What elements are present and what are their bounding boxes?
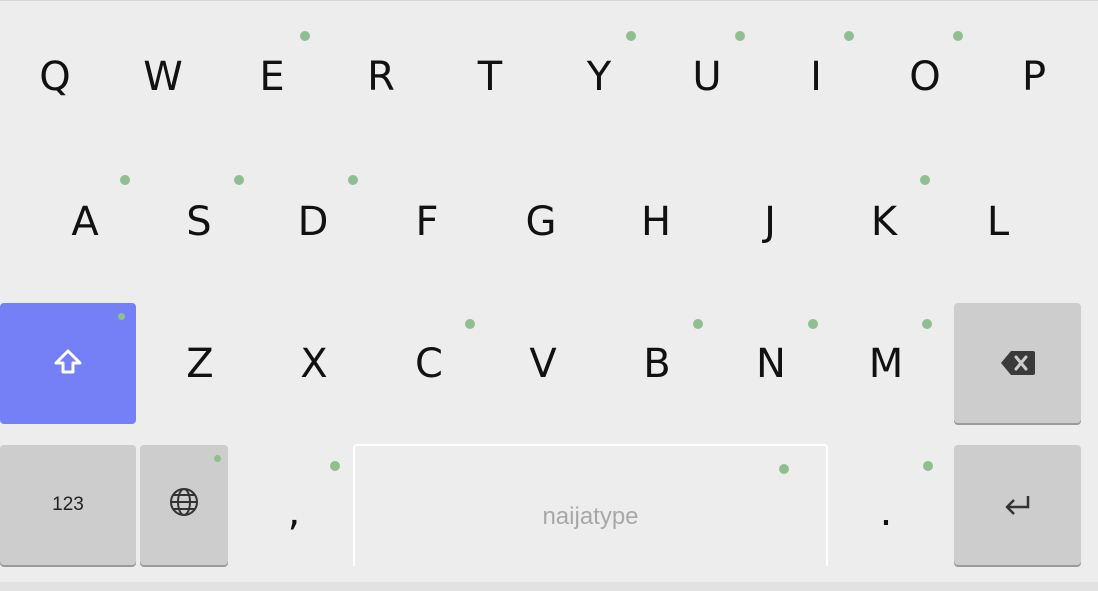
period-label: . xyxy=(879,489,893,535)
accent-dot xyxy=(234,175,244,185)
key-label: K xyxy=(870,199,898,245)
accent-dot xyxy=(844,31,854,41)
key-label: G xyxy=(525,199,557,245)
key-d[interactable]: D xyxy=(263,161,363,283)
enter-key[interactable] xyxy=(954,445,1081,565)
key-a[interactable]: A xyxy=(35,161,135,283)
key-v[interactable]: V xyxy=(493,303,593,425)
key-label: R xyxy=(367,54,395,100)
numbers-label: 123 xyxy=(52,494,84,515)
key-b[interactable]: B xyxy=(607,303,707,425)
key-label: H xyxy=(640,199,672,245)
key-p[interactable]: P xyxy=(984,16,1084,138)
key-label: W xyxy=(143,54,183,100)
accent-dot xyxy=(808,319,818,329)
key-r[interactable]: R xyxy=(331,16,431,138)
period-key[interactable]: . xyxy=(836,445,936,565)
comma-label: , xyxy=(287,489,301,535)
key-label: M xyxy=(868,341,904,387)
key-u[interactable]: U xyxy=(657,16,757,138)
key-label: B xyxy=(643,341,671,387)
key-label: U xyxy=(692,54,722,100)
numbers-key[interactable]: 123 xyxy=(0,445,136,565)
key-label: T xyxy=(477,54,503,100)
accent-dot xyxy=(214,455,221,462)
key-y[interactable]: Y xyxy=(549,16,649,138)
shift-arrow-icon xyxy=(53,341,83,387)
accent-dot xyxy=(920,175,930,185)
key-label: N xyxy=(756,341,786,387)
key-q[interactable]: Q xyxy=(5,16,105,138)
key-i[interactable]: I xyxy=(766,16,866,138)
key-m[interactable]: M xyxy=(836,303,936,425)
key-label: D xyxy=(297,199,329,245)
key-c[interactable]: C xyxy=(379,303,479,425)
key-k[interactable]: K xyxy=(834,161,934,283)
key-label: Z xyxy=(186,341,214,387)
key-label: L xyxy=(986,199,1010,245)
accent-dot xyxy=(922,319,932,329)
key-label: O xyxy=(909,54,941,100)
key-z[interactable]: Z xyxy=(150,303,250,425)
key-t[interactable]: T xyxy=(440,16,540,138)
space-label: naijatype xyxy=(542,503,639,530)
key-label: E xyxy=(259,54,285,100)
key-label: I xyxy=(810,54,822,100)
key-label: C xyxy=(415,341,443,387)
accent-dot xyxy=(300,31,310,41)
key-label: A xyxy=(71,199,99,245)
key-label: V xyxy=(529,341,557,387)
key-n[interactable]: N xyxy=(721,303,821,425)
backspace-icon xyxy=(1000,340,1036,386)
backspace-key[interactable] xyxy=(954,303,1081,423)
enter-icon xyxy=(1003,482,1033,528)
accent-dot xyxy=(330,461,340,471)
key-f[interactable]: F xyxy=(377,161,477,283)
key-h[interactable]: H xyxy=(606,161,706,283)
accent-dot xyxy=(735,31,745,41)
accent-dot xyxy=(923,461,933,471)
globe-icon xyxy=(168,482,200,528)
key-label: Y xyxy=(586,54,612,100)
key-o[interactable]: O xyxy=(875,16,975,138)
key-label: P xyxy=(1021,54,1047,100)
key-x[interactable]: X xyxy=(264,303,364,425)
language-key[interactable] xyxy=(140,445,228,565)
key-label: Q xyxy=(39,54,71,100)
key-label: F xyxy=(415,199,439,245)
shift-key[interactable] xyxy=(0,303,136,424)
accent-dot xyxy=(348,175,358,185)
accent-dot xyxy=(118,313,125,320)
space-bar[interactable]: naijatype xyxy=(353,444,828,566)
key-g[interactable]: G xyxy=(491,161,591,283)
accent-dot xyxy=(626,31,636,41)
key-label: S xyxy=(186,199,212,245)
keyboard: Q W E R T Y U I O P A S D F G H J K L Z … xyxy=(0,0,1098,591)
key-l[interactable]: L xyxy=(948,161,1048,283)
accent-dot xyxy=(465,319,475,329)
accent-dot xyxy=(693,319,703,329)
accent-dot xyxy=(120,175,130,185)
comma-key[interactable]: , xyxy=(244,445,344,565)
accent-dot xyxy=(953,31,963,41)
key-e[interactable]: E xyxy=(222,16,322,138)
accent-dot xyxy=(779,464,789,474)
key-j[interactable]: J xyxy=(720,161,820,283)
key-label: J xyxy=(764,199,776,245)
key-s[interactable]: S xyxy=(149,161,249,283)
key-label: X xyxy=(300,341,328,387)
key-w[interactable]: W xyxy=(113,16,213,138)
